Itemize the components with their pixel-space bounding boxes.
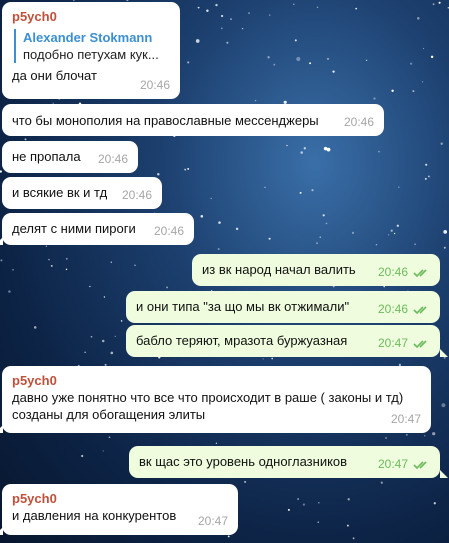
sender-name[interactable]: p5ych0 [12,372,421,389]
bubble-tail [440,470,448,478]
bubble-tail [440,349,448,357]
message-time: 20:47 [377,457,408,471]
message-time: 20:47 [197,514,228,528]
message-time: 20:46 [153,224,184,238]
message-time: 20:46 [121,188,152,202]
message-text-line: созданы для обогащения элиты [12,407,206,422]
message-bubble-outgoing[interactable]: бабло теряют, мразота буржуазная 20:47 [126,325,440,357]
sender-name[interactable]: p5ych0 [12,8,170,25]
message-bubble-outgoing[interactable]: и они типа "за що мы вк отжимали" 20:46 [126,291,440,323]
bubble-tail [0,527,3,535]
message-bubble-incoming[interactable]: что бы монополия на православные мессенд… [2,104,384,136]
message-bubble-incoming[interactable]: делят с ними пироги 20:46 [2,213,194,245]
sender-name[interactable]: p5ych0 [12,490,228,507]
message-text: что бы монополия на православные мессенд… [12,113,319,128]
bubble-tail [0,425,3,433]
message-bubble-incoming[interactable]: p5ych0 и давления на конкурентов 20:47 [2,484,238,535]
double-check-icon [413,461,427,470]
message-time: 20:46 [377,265,408,279]
message-bubble-incoming[interactable]: p5ych0 давно уже понятно что все что про… [2,366,431,433]
reply-author: Alexander Stokmann [23,30,153,45]
message-bubble-outgoing[interactable]: из вк народ начал валить 20:46 [192,254,440,286]
message-time: 20:46 [377,302,408,316]
bubble-tail [0,237,3,245]
double-check-icon [413,340,427,349]
reply-quote[interactable]: Alexander Stokmann подобно петухам кук..… [14,29,170,63]
chat-history[interactable]: p5ych0 Alexander Stokmann подобно петуха… [0,0,449,543]
message-time: 20:47 [390,412,421,426]
message-bubble-incoming[interactable]: не пропала 20:46 [2,141,138,173]
message-bubble-incoming[interactable]: p5ych0 Alexander Stokmann подобно петуха… [2,2,180,99]
message-time: 20:46 [343,115,374,129]
message-time: 20:46 [97,152,128,166]
message-time: 20:46 [139,78,170,92]
message-bubble-outgoing[interactable]: вк щас это уровень одноглазников 20:47 [129,446,440,478]
message-time: 20:47 [377,336,408,350]
double-check-icon [413,306,427,315]
double-check-icon [413,269,427,278]
message-text: и давления на конкурентов [12,508,177,523]
message-text-line: давно уже понятно что все что происходит… [12,390,404,405]
reply-text: подобно петухам кук... [23,47,159,62]
message-bubble-incoming[interactable]: и всякие вк и тд 20:46 [2,177,162,209]
